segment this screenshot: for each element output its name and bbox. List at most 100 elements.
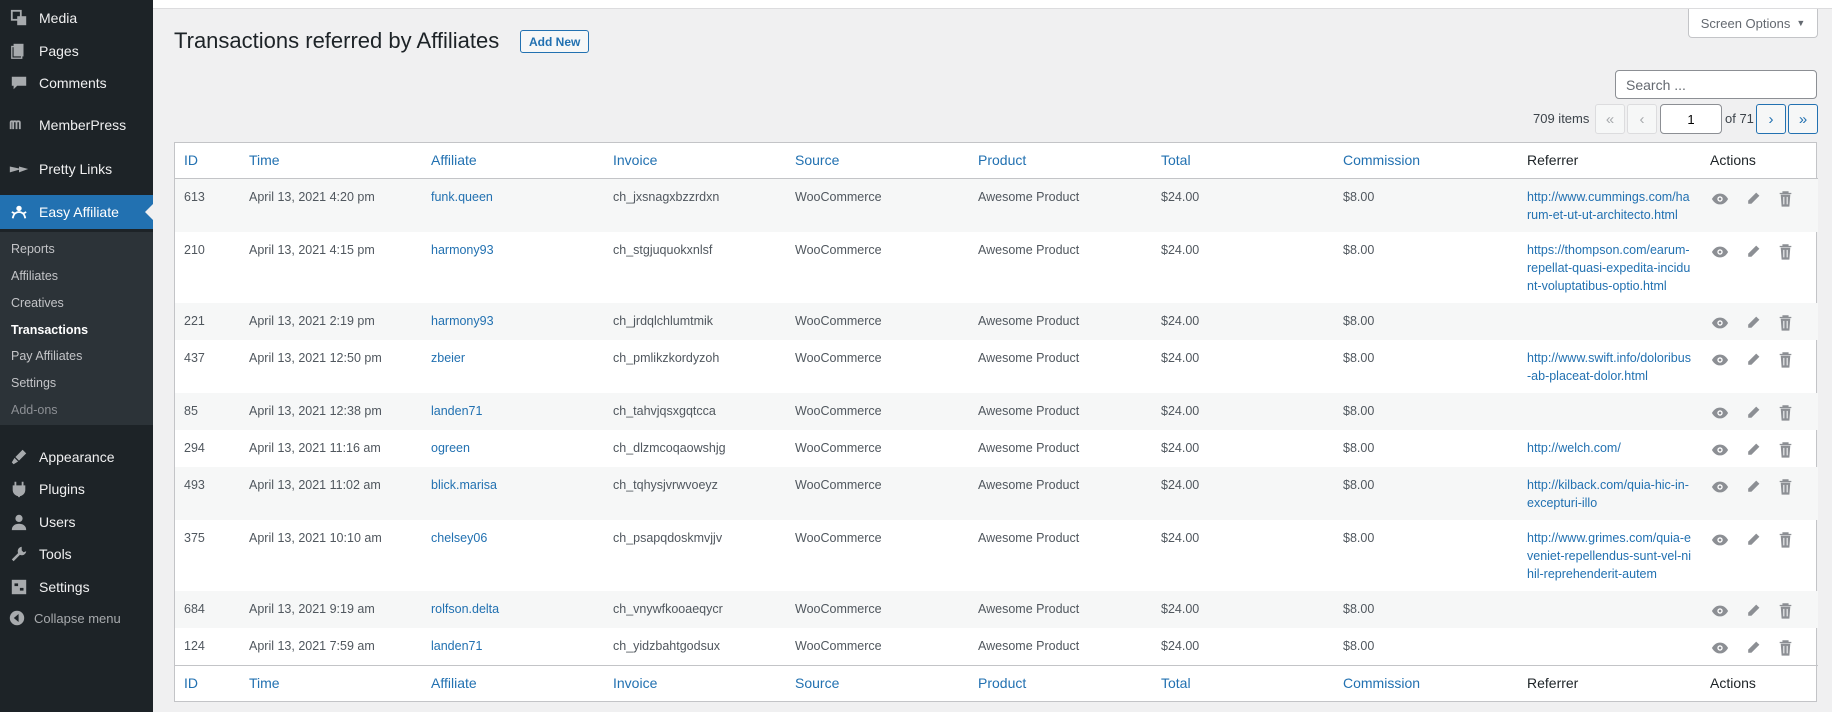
sidebar-item-media[interactable]: Media	[0, 1, 153, 35]
affiliate-link[interactable]: harmony93	[431, 314, 494, 328]
edit-icon[interactable]	[1743, 441, 1762, 459]
view-icon[interactable]	[1710, 190, 1729, 208]
submenu-item-add-ons[interactable]: Add-ons	[11, 403, 58, 417]
view-icon[interactable]	[1710, 639, 1729, 657]
edit-icon[interactable]	[1743, 531, 1762, 549]
edit-icon[interactable]	[1743, 314, 1762, 332]
referrer-link[interactable]: http://www.grimes.com/quia-eveniet-repel…	[1527, 531, 1691, 581]
cell-time: April 13, 2021 12:38 pm	[249, 403, 382, 418]
view-icon[interactable]	[1710, 404, 1729, 422]
affiliate-link[interactable]: funk.queen	[431, 190, 493, 204]
submenu-item-reports[interactable]: Reports	[11, 242, 55, 256]
view-icon[interactable]	[1710, 314, 1729, 332]
view-icon[interactable]	[1710, 351, 1729, 369]
last-page-button[interactable]: »	[1788, 104, 1818, 134]
affiliate-link[interactable]: chelsey06	[431, 531, 487, 545]
view-icon[interactable]	[1710, 441, 1729, 459]
cell-source: WooCommerce	[795, 530, 882, 545]
edit-icon[interactable]	[1743, 351, 1762, 369]
next-page-button[interactable]: ›	[1756, 104, 1786, 134]
affiliate-link[interactable]: landen71	[431, 404, 482, 418]
col-header-total[interactable]: Total	[1152, 143, 1334, 178]
col-footer-total[interactable]: Total	[1152, 665, 1334, 700]
view-icon[interactable]	[1710, 478, 1729, 496]
prev-page-button[interactable]: ‹	[1627, 104, 1657, 134]
edit-icon[interactable]	[1743, 243, 1762, 261]
col-header-id[interactable]: ID	[175, 143, 240, 178]
first-page-button[interactable]: «	[1595, 104, 1625, 134]
current-page-input[interactable]	[1660, 104, 1722, 134]
delete-icon[interactable]	[1776, 314, 1795, 332]
col-footer-commission[interactable]: Commission	[1334, 665, 1518, 700]
referrer-link[interactable]: http://www.swift.info/doloribus-ab-place…	[1527, 351, 1691, 383]
affiliate-link[interactable]: harmony93	[431, 243, 494, 257]
delete-icon[interactable]	[1776, 602, 1795, 620]
referrer-link[interactable]: http://www.cummings.com/harum-et-ut-ut-a…	[1527, 190, 1690, 222]
delete-icon[interactable]	[1776, 478, 1795, 496]
collapse-menu-button[interactable]: Collapse menu	[0, 606, 153, 630]
affiliate-link[interactable]: zbeier	[431, 351, 465, 365]
sidebar-item-tools[interactable]: Tools	[0, 537, 153, 571]
col-header-source[interactable]: Source	[786, 143, 969, 178]
cell-commission: $8.00	[1343, 242, 1375, 257]
delete-icon[interactable]	[1776, 190, 1795, 208]
delete-icon[interactable]	[1776, 441, 1795, 459]
col-footer-source[interactable]: Source	[786, 665, 969, 700]
affiliate-link[interactable]: blick.marisa	[431, 478, 497, 492]
delete-icon[interactable]	[1776, 404, 1795, 422]
edit-icon[interactable]	[1743, 404, 1762, 422]
cell-affiliate: chelsey06	[422, 520, 604, 591]
cell-product: Awesome Product	[978, 242, 1080, 257]
delete-icon[interactable]	[1776, 531, 1795, 549]
submenu-item-creatives[interactable]: Creatives	[11, 296, 64, 310]
col-footer-product[interactable]: Product	[969, 665, 1152, 700]
delete-icon[interactable]	[1776, 351, 1795, 369]
edit-icon[interactable]	[1743, 639, 1762, 657]
col-header-invoice[interactable]: Invoice	[604, 143, 786, 178]
col-header-time[interactable]: Time	[240, 143, 422, 178]
referrer-link[interactable]: http://kilback.com/quia-hic-in-excepturi…	[1527, 478, 1689, 510]
sidebar-item-comments[interactable]: Comments	[0, 66, 153, 100]
delete-icon[interactable]	[1776, 243, 1795, 261]
add-new-button[interactable]: Add New	[520, 30, 590, 53]
affiliate-link[interactable]: landen71	[431, 639, 482, 653]
edit-icon[interactable]	[1743, 478, 1762, 496]
col-header-affiliate[interactable]: Affiliate	[422, 143, 604, 178]
view-icon[interactable]	[1710, 243, 1729, 261]
view-icon[interactable]	[1710, 602, 1729, 620]
cell-product: Awesome Product	[978, 350, 1080, 365]
sidebar-item-memberpress[interactable]: MemberPress	[0, 108, 153, 142]
sidebar-item-appearance[interactable]: Appearance	[0, 440, 153, 474]
cell-affiliate: harmony93	[422, 232, 604, 303]
col-header-commission[interactable]: Commission	[1334, 143, 1518, 178]
sidebar-item-pages[interactable]: Pages	[0, 34, 153, 68]
edit-icon[interactable]	[1743, 190, 1762, 208]
edit-icon[interactable]	[1743, 602, 1762, 620]
col-footer-affiliate[interactable]: Affiliate	[422, 665, 604, 700]
submenu-item-transactions[interactable]: Transactions	[11, 323, 88, 337]
affiliate-link[interactable]: rolfson.delta	[431, 602, 499, 616]
submenu-item-pay-affiliates[interactable]: Pay Affiliates	[11, 349, 82, 363]
col-footer-time[interactable]: Time	[240, 665, 422, 700]
referrer-link[interactable]: http://welch.com/	[1527, 441, 1621, 455]
screen-options-button[interactable]: Screen Options ▼	[1688, 9, 1818, 38]
cell-time: April 13, 2021 4:15 pm	[249, 242, 375, 257]
col-header-product[interactable]: Product	[969, 143, 1152, 178]
sidebar-item-easy-affiliate[interactable]: Easy Affiliate	[0, 195, 153, 229]
submenu-item-affiliates[interactable]: Affiliates	[11, 269, 58, 283]
submenu-item-settings[interactable]: Settings	[11, 376, 56, 390]
affiliate-link[interactable]: ogreen	[431, 441, 470, 455]
sidebar-item-users[interactable]: Users	[0, 505, 153, 539]
cell-actions	[1701, 232, 1818, 303]
referrer-link[interactable]: https://thompson.com/earum-repellat-quas…	[1527, 243, 1690, 293]
cell-commission: $8.00	[1343, 638, 1375, 653]
search-input[interactable]	[1615, 70, 1817, 99]
col-footer-invoice[interactable]: Invoice	[604, 665, 786, 700]
view-icon[interactable]	[1710, 531, 1729, 549]
sidebar-item-plugins[interactable]: Plugins	[0, 472, 153, 506]
sidebar-item-settings[interactable]: Settings	[0, 570, 153, 604]
delete-icon[interactable]	[1776, 639, 1795, 657]
cell-time: April 13, 2021 11:16 am	[249, 440, 381, 455]
col-footer-id[interactable]: ID	[175, 665, 240, 700]
sidebar-item-pretty-links[interactable]: Pretty Links	[0, 152, 153, 186]
